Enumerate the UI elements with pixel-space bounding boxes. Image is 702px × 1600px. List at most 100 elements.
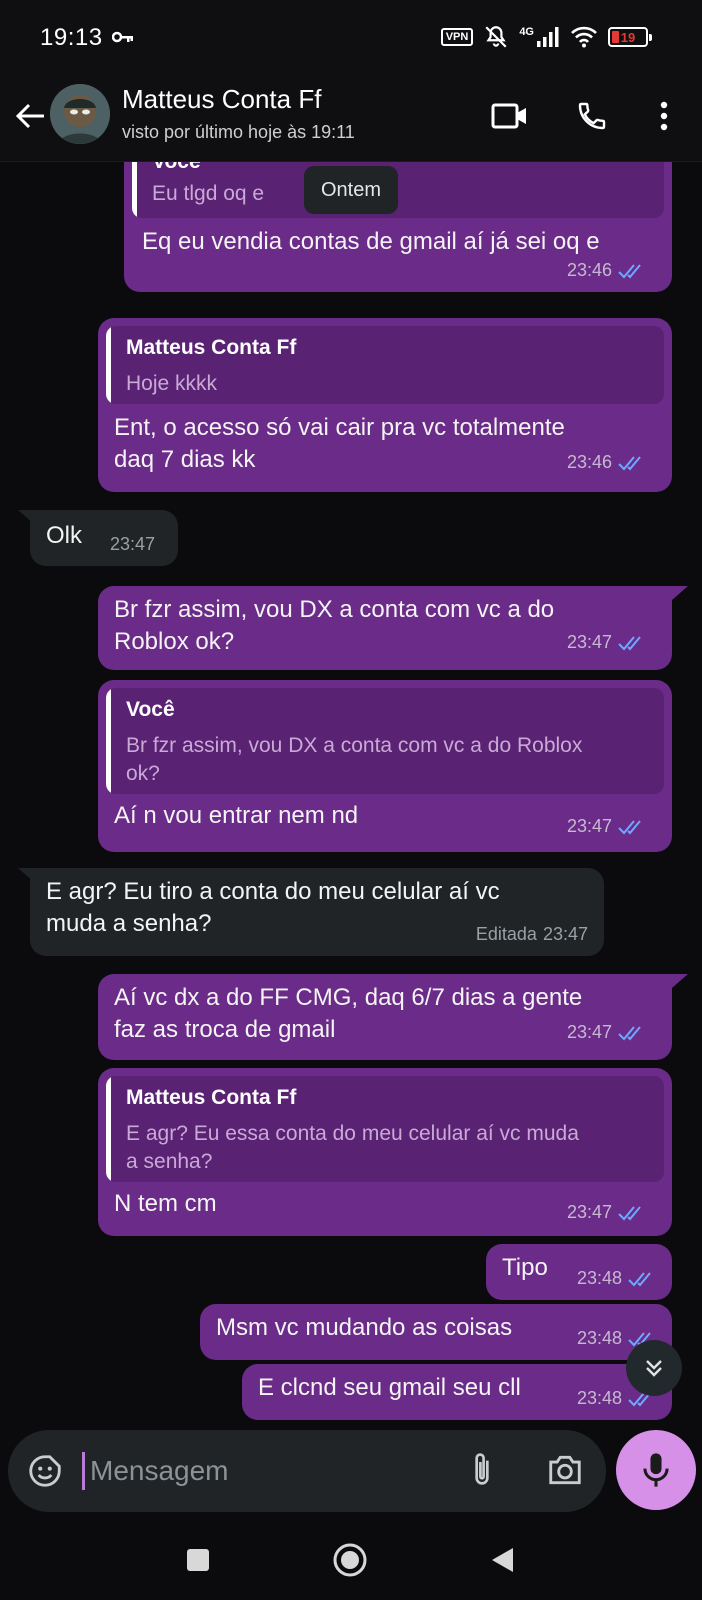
message-text: E agr? Eu tiro a conta do meu celular aí… [46, 878, 500, 937]
read-ticks-icon [618, 263, 641, 278]
message-bubble[interactable]: Você Br fzr assim, vou DX a conta com vc… [98, 680, 672, 852]
quote-author: Matteus Conta Ff [126, 336, 297, 359]
quote-text: E agr? Eu essa conta do meu celular aí v… [126, 1122, 579, 1173]
back-nav-button[interactable] [480, 1538, 524, 1582]
message-text: Aí vc dx a do FF CMG, daq 6/7 dias a gen… [114, 984, 583, 1043]
more-vertical-icon [660, 101, 668, 131]
chat-header: Matteus Conta Ff visto por último hoje à… [0, 76, 702, 162]
quote-author: Você [126, 698, 175, 721]
message-bubble[interactable]: E agr? Eu tiro a conta do meu celular aí… [30, 868, 604, 956]
video-camera-icon [491, 103, 526, 129]
camera-icon [549, 1455, 581, 1485]
message-text: Eq eu vendia contas de gmail aí já sei o… [142, 228, 600, 255]
bubble-tail [672, 586, 688, 600]
key-icon [112, 31, 133, 43]
wifi-icon [571, 26, 597, 48]
voice-record-button[interactable] [616, 1430, 696, 1510]
signal-icon [537, 27, 559, 47]
reply-quote[interactable]: Matteus Conta Ff E agr? Eu essa conta do… [106, 1076, 664, 1182]
message-text: Olk [46, 522, 82, 549]
contact-avatar[interactable] [50, 84, 110, 144]
message-bubble[interactable]: Matteus Conta Ff E agr? Eu essa conta do… [98, 1068, 672, 1236]
more-options-button[interactable] [642, 94, 686, 138]
square-icon [187, 1549, 209, 1571]
message-input[interactable] [90, 1448, 420, 1494]
message-text: Ent, o acesso só vai cair pra vc totalme… [114, 414, 565, 473]
vpn-icon: VPN [440, 28, 474, 46]
message-bubble[interactable]: Tipo 23:48 [486, 1244, 672, 1300]
bubble-tail [672, 974, 688, 988]
message-meta: 23:46 [567, 452, 646, 473]
message-meta: 23:48 [577, 1268, 656, 1289]
message-time: 23:46 [566, 452, 612, 472]
message-meta: 23:47 [567, 1022, 646, 1043]
message-list[interactable]: Você Eu tlgd oq e Eq eu vendia contas de… [0, 162, 702, 1424]
message-time: 23:47 [566, 632, 612, 652]
message-time: 23:46 [566, 260, 612, 280]
status-icons: VPN 4G 19 [440, 24, 652, 50]
reply-quote[interactable]: Você Br fzr assim, vou DX a conta com vc… [106, 688, 664, 794]
muted-bell-icon [485, 26, 507, 48]
message-text: E clcnd seu gmail seu cll [258, 1374, 521, 1401]
double-chevron-down-icon [646, 1360, 662, 1377]
triangle-back-icon [492, 1548, 513, 1572]
quote-text: Eu tlgd oq e [152, 182, 265, 205]
scroll-to-bottom-button[interactable] [626, 1340, 682, 1396]
read-ticks-icon [618, 455, 641, 470]
message-text: N tem cm [114, 1190, 217, 1217]
quote-author: Matteus Conta Ff [126, 1086, 297, 1109]
message-meta: 23:47 [567, 816, 646, 837]
sticker-button[interactable] [26, 1452, 64, 1495]
status-bar: 19:13 VPN 4G 19 [0, 0, 702, 76]
reply-quote[interactable]: Matteus Conta Ff Hoje kkkk [106, 326, 664, 404]
message-text: Msm vc mudando as coisas [216, 1314, 513, 1341]
paperclip-icon [475, 1453, 489, 1485]
contact-name[interactable]: Matteus Conta Ff [122, 84, 321, 115]
circle-icon [333, 1543, 367, 1577]
battery-level: 19 [620, 29, 636, 45]
message-time: 23:47 [566, 816, 612, 836]
reply-quote[interactable]: Você Eu tlgd oq e [132, 162, 664, 218]
message-time: 23:47 [566, 1202, 612, 1222]
message-bubble[interactable]: Br fzr assim, vou DX a conta com vc a do… [98, 586, 672, 670]
message-time: 23:47 [110, 534, 156, 554]
network-type: 4G [519, 26, 534, 38]
last-seen-status: visto por último hoje às 19:11 [122, 122, 355, 142]
message-meta: 23:47 [567, 632, 646, 653]
message-bubble[interactable]: Olk 23:47 [30, 510, 178, 566]
attach-button[interactable] [468, 1450, 496, 1495]
microphone-icon [643, 1453, 669, 1487]
message-bubble[interactable]: Você Eu tlgd oq e Eq eu vendia contas de… [124, 162, 672, 292]
battery-icon: 19 [608, 27, 652, 47]
quote-author: Você [152, 162, 201, 174]
message-bubble[interactable]: E clcnd seu gmail seu cll 23:48 [242, 1364, 672, 1420]
quote-text: Hoje kkkk [126, 372, 218, 395]
text-cursor [82, 1452, 85, 1490]
message-bubble[interactable]: Aí vc dx a do FF CMG, daq 6/7 dias a gen… [98, 974, 672, 1060]
edited-label: Editada [475, 924, 537, 944]
message-bubble[interactable]: Matteus Conta Ff Hoje kkkk Ent, o acesso… [98, 318, 672, 492]
message-time: 23:47 [566, 1022, 612, 1042]
arrow-left-icon [15, 103, 44, 129]
voice-call-button[interactable] [570, 94, 614, 138]
read-ticks-icon [618, 1205, 641, 1220]
video-call-button[interactable] [488, 94, 532, 138]
message-bubble[interactable]: Msm vc mudando as coisas 23:48 [200, 1304, 672, 1360]
message-text: Aí n vou entrar nem nd [114, 802, 359, 829]
message-meta: 23:46 [567, 260, 646, 281]
home-button[interactable] [328, 1538, 372, 1582]
status-time: 19:13 [40, 24, 103, 51]
phone-icon [578, 102, 606, 130]
message-time: 23:48 [576, 1328, 622, 1348]
message-meta: 23:47 [567, 1202, 646, 1223]
read-ticks-icon [618, 819, 641, 834]
recents-button[interactable] [176, 1538, 220, 1582]
message-meta: 23:47 [110, 534, 155, 555]
message-text: Br fzr assim, vou DX a conta com vc a do… [114, 596, 555, 655]
sticker-emoji-icon [29, 1455, 61, 1487]
message-time: 23:48 [576, 1388, 622, 1408]
camera-button[interactable] [546, 1452, 584, 1493]
read-ticks-icon [618, 1025, 641, 1040]
read-ticks-icon [618, 635, 641, 650]
back-button[interactable] [12, 96, 52, 136]
